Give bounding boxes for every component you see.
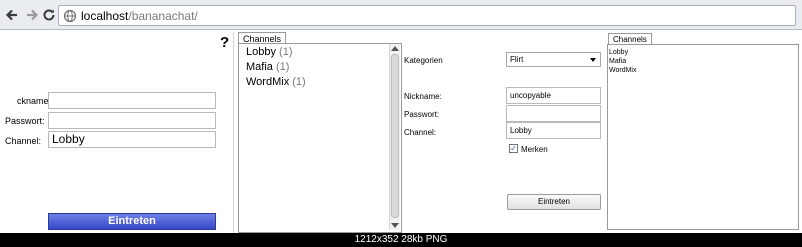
scroll-up-icon[interactable] <box>391 46 399 51</box>
nickname-label: ckname: <box>17 96 52 106</box>
nickname-label-2: Nickname: <box>404 92 442 101</box>
kategorien-value: Flirt <box>510 55 524 64</box>
channel-field-2[interactable]: Lobby <box>506 122 601 139</box>
address-bar[interactable]: localhost/bananachat/ <box>58 5 796 26</box>
channel-list-item[interactable]: Mafia (1) <box>246 61 289 73</box>
password-field-2[interactable] <box>506 105 601 122</box>
channel-count: (1) <box>292 76 306 88</box>
help-icon[interactable]: ? <box>220 34 229 51</box>
nickname-field[interactable] <box>48 92 216 109</box>
nickname-field-2[interactable]: uncopyable <box>506 87 601 104</box>
browser-toolbar: localhost/bananachat/ <box>0 0 802 30</box>
channel-list-item[interactable]: WordMix (1) <box>246 76 306 88</box>
reload-icon[interactable] <box>41 7 57 23</box>
obscured-label-area <box>5 96 17 108</box>
password-field[interactable] <box>48 112 216 129</box>
scrollbar-thumb[interactable] <box>391 54 399 218</box>
channel-name: Lobby <box>246 46 276 58</box>
channel-label-2: Channel: <box>404 128 437 137</box>
channel-label: Channel: <box>5 136 42 146</box>
back-icon[interactable] <box>4 7 20 23</box>
kategorien-select[interactable]: Flirt <box>506 52 601 67</box>
remember-label: Merken <box>521 145 548 154</box>
forward-icon[interactable] <box>24 7 40 23</box>
password-label-2: Passwort: <box>404 110 440 119</box>
globe-icon <box>63 9 77 23</box>
channel-list-item[interactable]: Mafia <box>609 58 626 65</box>
chevron-down-icon <box>590 58 596 62</box>
enter-button-2[interactable]: Eintreten <box>507 194 601 210</box>
remember-checkbox[interactable]: ✓ <box>509 144 518 153</box>
kategorien-label: Kategorien <box>404 56 443 65</box>
channel-name: Mafia <box>246 61 273 73</box>
channel-count: (1) <box>275 61 290 73</box>
url-text: localhost/bananachat/ <box>81 9 198 23</box>
image-info-caption: 1212x352 28kb PNG <box>0 233 802 247</box>
url-path: /bananachat/ <box>128 9 198 23</box>
channel-name: WordMix <box>246 76 290 88</box>
password-label: Passwort: <box>5 116 45 126</box>
channel-count: (1) <box>279 46 293 58</box>
channel-field[interactable]: Lobby <box>48 131 216 148</box>
channel-list-item[interactable]: WordMix <box>609 67 636 74</box>
channel-list-scrollbar[interactable] <box>389 44 400 230</box>
url-host: localhost <box>81 9 129 23</box>
enter-button[interactable]: Eintreten <box>48 213 216 230</box>
channel-list-item[interactable]: Lobby (1) <box>246 46 293 58</box>
scroll-down-icon[interactable] <box>391 223 399 228</box>
channel-list-item[interactable]: Lobby <box>609 49 628 56</box>
